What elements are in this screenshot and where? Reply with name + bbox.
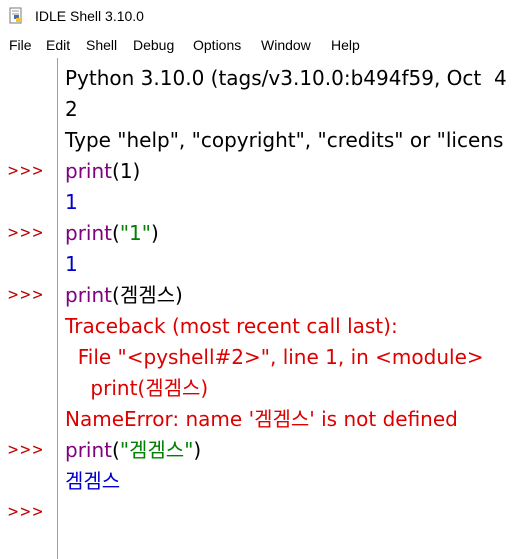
prompt-marker: >>> — [8, 223, 45, 243]
banner-line: Type "help", "copyright", "credits" or "… — [65, 128, 504, 152]
paren: ( — [112, 283, 120, 307]
prompt-marker: >>> — [8, 440, 45, 460]
menu-shell[interactable]: Shell — [86, 36, 117, 54]
input-line: print("겜겜스") — [65, 435, 201, 466]
prompt-gutter: >>> >>> >>> >>> >>> — [0, 58, 57, 559]
menu-file[interactable]: File — [9, 36, 32, 54]
paren: ( — [112, 159, 120, 183]
banner-line: 2 — [65, 97, 78, 121]
menu-help[interactable]: Help — [331, 36, 360, 54]
builtin-name: print — [65, 159, 112, 183]
string-literal: "1" — [119, 221, 151, 245]
paren: ( — [112, 221, 120, 245]
paren: ) — [193, 438, 202, 462]
traceback-code: print(겜겜스) — [65, 376, 209, 400]
builtin-name: print — [65, 438, 112, 462]
menu-window[interactable]: Window — [261, 36, 311, 54]
stdout-line: 겜겜스 — [65, 469, 121, 493]
prompt-marker: >>> — [8, 285, 45, 305]
input-line: print(겜겜스) — [65, 280, 183, 311]
banner-line: Python 3.10.0 (tags/v3.10.0:b494f59, Oct… — [65, 66, 507, 90]
window-title: IDLE Shell 3.10.0 — [35, 8, 144, 24]
string-literal: "겜겜스" — [119, 438, 194, 462]
prompt-marker: >>> — [8, 161, 45, 181]
shell-editor: >>> >>> >>> >>> >>> Python 3.10.0 (tags/… — [0, 58, 515, 559]
title-bar: IDLE Shell 3.10.0 — [0, 0, 515, 32]
error-message: NameError: name '겜겜스' is not defined — [65, 407, 458, 431]
builtin-name: print — [65, 221, 112, 245]
menu-edit[interactable]: Edit — [46, 36, 70, 54]
prompt-marker: >>> — [8, 502, 45, 522]
input-line: print("1") — [65, 218, 159, 249]
argument: 겜겜스 — [119, 283, 176, 307]
argument: 1 — [119, 159, 133, 183]
shell-text-area[interactable]: Python 3.10.0 (tags/v3.10.0:b494f59, Oct… — [58, 58, 515, 559]
stdout-line: 1 — [65, 252, 78, 276]
paren: ( — [112, 438, 120, 462]
menu-bar: File Edit Shell Debug Options Window Hel… — [0, 33, 515, 57]
traceback-header: Traceback (most recent call last): — [65, 314, 398, 338]
python-idle-icon — [9, 7, 22, 24]
paren: ) — [132, 159, 141, 183]
paren: ) — [175, 283, 183, 307]
paren: ) — [150, 221, 159, 245]
input-line: print(1) — [65, 156, 140, 187]
builtin-name: print — [65, 283, 112, 307]
menu-options[interactable]: Options — [193, 36, 241, 54]
stdout-line: 1 — [65, 190, 78, 214]
menu-debug[interactable]: Debug — [133, 36, 174, 54]
traceback-file: File "<pyshell#2>", line 1, in <module> — [65, 345, 484, 369]
